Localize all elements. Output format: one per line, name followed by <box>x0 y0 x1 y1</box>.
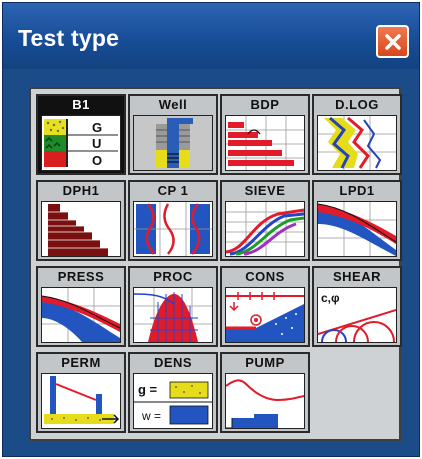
shear-icon: c,φ <box>317 287 397 343</box>
tile-label: PRESS <box>57 269 105 284</box>
tile-label: PUMP <box>245 355 285 370</box>
dens-text-g: g = <box>138 382 158 397</box>
tile-perm[interactable]: PERM <box>36 352 126 433</box>
proc-icon <box>133 287 213 343</box>
tile-cp1[interactable]: CP 1 <box>128 180 218 261</box>
tile-cons[interactable]: CONS <box>220 266 310 347</box>
tile-label: CONS <box>245 269 285 284</box>
tile-well[interactable]: Well <box>128 94 218 175</box>
tile-label: CP 1 <box>157 183 189 198</box>
tile-label: BDP <box>250 97 280 112</box>
window-title: Test type <box>18 25 120 51</box>
b1-text-u: U <box>92 136 101 151</box>
close-button[interactable] <box>376 25 409 58</box>
tile-dph1[interactable]: DPH1 <box>36 180 126 261</box>
bdp-icon <box>225 115 305 171</box>
cons-icon <box>225 287 305 343</box>
tile-pump[interactable]: PUMP <box>220 352 310 433</box>
tile-label: B1 <box>72 97 90 112</box>
shear-text-c-phi: c,φ <box>321 291 340 305</box>
tile-label: LPD1 <box>339 183 375 198</box>
tile-dlog[interactable]: D.LOG <box>312 94 402 175</box>
b1-soil-column-icon: G U O <box>41 115 121 171</box>
tile-b1[interactable]: B1 G U O <box>36 94 126 175</box>
pump-icon <box>225 373 305 429</box>
lpd1-icon <box>317 201 397 257</box>
tile-sieve[interactable]: SIEVE <box>220 180 310 261</box>
dens-text-w: w = <box>141 409 161 423</box>
dlog-icon <box>317 115 397 171</box>
tile-shear[interactable]: SHEAR c,φ <box>312 266 402 347</box>
test-type-grid: B1 G U O Well BDP D.LOG DPH1 CP 1 SIEVE … <box>29 87 402 441</box>
perm-icon <box>41 373 121 429</box>
title-bar[interactable]: Test type <box>3 3 419 69</box>
test-type-window: Test type B1 G U O Well BDP D.LOG DPH1 C… <box>2 2 420 457</box>
press-icon <box>41 287 121 343</box>
tile-label: DPH1 <box>62 183 100 198</box>
tile-label: Well <box>158 97 188 112</box>
tile-proc[interactable]: PROC <box>128 266 218 347</box>
tile-dens[interactable]: DENS g = w = <box>128 352 218 433</box>
tile-label: PROC <box>153 269 193 284</box>
tile-label: PERM <box>61 355 101 370</box>
tile-label: DENS <box>153 355 193 370</box>
tile-press[interactable]: PRESS <box>36 266 126 347</box>
tile-lpd1[interactable]: LPD1 <box>312 180 402 261</box>
tile-label: SIEVE <box>244 183 286 198</box>
well-icon <box>133 115 213 171</box>
close-icon <box>384 33 401 50</box>
b1-text-g: G <box>92 120 102 135</box>
tile-label: SHEAR <box>332 269 381 284</box>
sieve-icon <box>225 201 305 257</box>
tile-bdp[interactable]: BDP <box>220 94 310 175</box>
dens-icon: g = w = <box>133 373 213 429</box>
dph1-icon <box>41 201 121 257</box>
tile-label: D.LOG <box>335 97 379 112</box>
b1-text-o: O <box>92 153 102 168</box>
cp1-icon <box>133 201 213 257</box>
